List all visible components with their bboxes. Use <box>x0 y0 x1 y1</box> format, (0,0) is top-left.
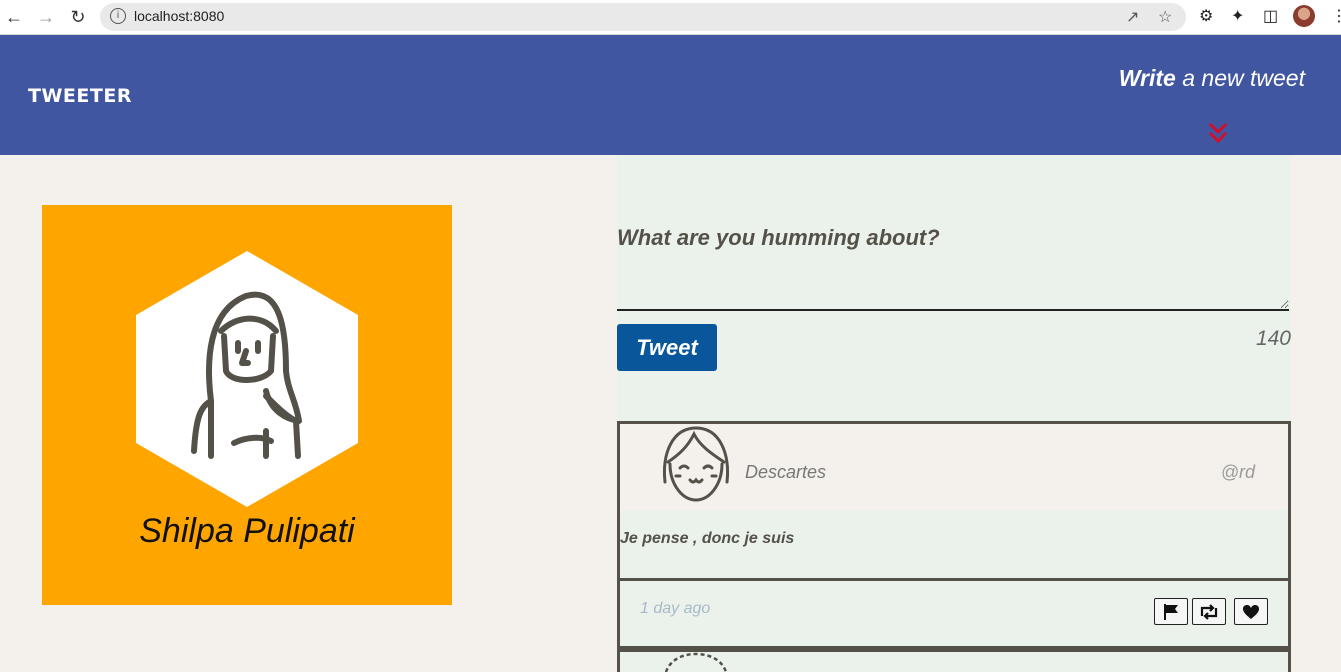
tweet-timestamp: 1 day ago <box>640 600 711 617</box>
new-tweet-section: Tweet 140 <box>617 155 1291 421</box>
profile-name: Shilpa Pulipati <box>139 512 355 550</box>
tweet-author-name: Descartes <box>745 462 827 482</box>
bookmark-star-icon[interactable]: ☆ <box>1158 7 1172 27</box>
write-new-tweet-toggle[interactable]: Write a new tweet <box>1119 65 1305 92</box>
heart-icon[interactable] <box>1234 598 1268 625</box>
tweet-footer: 1 day ago <box>620 578 1288 649</box>
forward-icon[interactable]: → <box>35 6 57 28</box>
address-bar[interactable]: i localhost:8080 ↗ ☆ <box>100 3 1186 31</box>
tweet-header: Descartes @rd <box>620 424 1288 510</box>
compose-toggle-rest: a new tweet <box>1175 65 1305 91</box>
app-header: TWEETER Write a new tweet <box>0 35 1341 155</box>
browser-menu-icon[interactable]: ⋮ <box>1331 6 1341 26</box>
profile-card: Shilpa Pulipati <box>42 205 452 605</box>
site-info-icon[interactable]: i <box>110 8 126 24</box>
tweet-card-next <box>617 649 1291 672</box>
profile-avatar-icon <box>136 251 358 507</box>
tweet-text-input[interactable] <box>617 225 1289 311</box>
tweet-author-handle: @rd <box>1220 462 1255 482</box>
flag-icon[interactable] <box>1154 598 1188 625</box>
tweet-avatar-icon <box>664 652 728 672</box>
tweet-card: Descartes @rd Je pense , donc je suis 1 … <box>617 421 1291 649</box>
browser-profile-avatar[interactable] <box>1293 5 1315 27</box>
reload-icon[interactable]: ↻ <box>67 6 89 28</box>
app-logo[interactable]: TWEETER <box>28 85 132 107</box>
share-icon[interactable]: ↗ <box>1126 7 1139 27</box>
back-icon[interactable]: ← <box>3 6 25 28</box>
url-text: localhost:8080 <box>134 8 225 24</box>
tweet-button[interactable]: Tweet <box>617 324 717 371</box>
browser-toolbar: ← → ↻ i localhost:8080 ↗ ☆ ⚙ ✦ ◫ ⋮ <box>0 0 1341 35</box>
character-counter: 140 <box>1255 327 1291 350</box>
tweet-content: Je pense , donc je suis <box>620 530 795 547</box>
extension-gear-icon[interactable]: ⚙ <box>1199 6 1213 26</box>
side-panel-icon[interactable]: ◫ <box>1263 6 1278 26</box>
compose-toggle-strong: Write <box>1118 65 1176 91</box>
retweet-icon[interactable] <box>1192 598 1226 625</box>
tweet-avatar-icon <box>662 426 730 502</box>
extensions-puzzle-icon[interactable]: ✦ <box>1231 6 1244 26</box>
double-chevron-down-icon[interactable] <box>1207 121 1229 145</box>
